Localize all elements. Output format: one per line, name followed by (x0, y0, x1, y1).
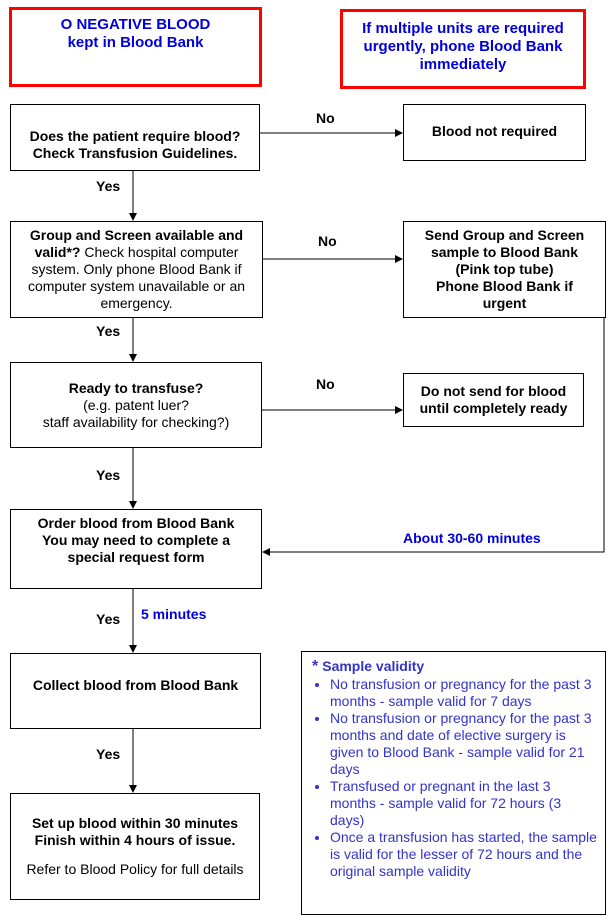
label-yes-4: Yes (96, 611, 121, 627)
step-order-blood: Order blood from Blood Bank You may need… (10, 509, 262, 589)
collect-text: Collect blood from Blood Bank (32, 676, 239, 693)
sample-validity-list: No transfusion or pregnancy for the past… (312, 676, 599, 880)
multiple-units-line2: urgently, phone Blood Bank (363, 38, 563, 55)
setup-policy-note: Refer to Blood Policy for full details (26, 861, 244, 877)
send-sample-line4: Phone Blood Bank if (436, 278, 573, 294)
do-not-send-line2: until completely ready (419, 400, 568, 416)
blood-not-required-text: Blood not required (431, 123, 558, 139)
list-item: Transfused or pregnant in the last 3 mon… (330, 778, 599, 829)
ready-example-1: (e.g. patent luer? (83, 396, 189, 413)
label-time-30-60: About 30-60 minutes (403, 530, 541, 546)
o-negative-line2: kept in Blood Bank (67, 34, 204, 51)
require-blood-question: Does the patient require blood? (29, 127, 241, 144)
label-no-1: No (316, 110, 335, 126)
send-sample-line5: urgent (482, 295, 527, 311)
o-negative-note: O NEGATIVE BLOOD kept in Blood Bank (9, 7, 262, 87)
step-do-not-send: Do not send for blood until completely r… (403, 373, 584, 427)
list-item: Once a transfusion has started, the samp… (330, 829, 599, 880)
group-screen-text: Group and Screen available and valid*? C… (15, 227, 258, 312)
step-group-screen: Group and Screen available and valid*? C… (10, 221, 263, 318)
setup-line2: Finish within 4 hours of issue. (34, 832, 236, 848)
ready-example-2: staff availability for checking?) (42, 413, 230, 430)
arrow-send-to-order (262, 317, 605, 556)
order-line3: special request form (67, 549, 205, 565)
o-negative-line1: O NEGATIVE BLOOD (60, 16, 211, 33)
sample-validity-panel: *Sample validity No transfusion or pregn… (301, 651, 606, 915)
step-collect-blood: Collect blood from Blood Bank (10, 653, 261, 729)
step-ready-to-transfuse: Ready to transfuse? (e.g. patent luer? s… (10, 362, 262, 448)
label-yes-5: Yes (96, 746, 121, 762)
step-blood-not-required: Blood not required (403, 104, 586, 161)
ready-question: Ready to transfuse? (68, 379, 204, 396)
label-yes-1: Yes (96, 178, 121, 194)
require-blood-guidelines: Check Transfusion Guidelines. (32, 144, 238, 161)
step-require-blood: Does the patient require blood? Check Tr… (10, 104, 260, 171)
order-line1: Order blood from Blood Bank (37, 515, 235, 531)
send-sample-line2: sample to Blood Bank (430, 244, 579, 260)
step-send-sample: Send Group and Screen sample to Blood Ba… (403, 221, 606, 318)
sample-validity-title-text: Sample validity (322, 658, 425, 674)
label-no-2: No (318, 233, 337, 249)
label-yes-3: Yes (96, 467, 121, 483)
multiple-units-note: If multiple units are required urgently,… (340, 9, 586, 89)
do-not-send-line1: Do not send for blood (420, 383, 567, 399)
asterisk-icon: * (312, 658, 319, 675)
list-item: No transfusion or pregnancy for the past… (330, 710, 599, 778)
setup-line1: Set up blood within 30 minutes (31, 815, 239, 831)
label-no-3: No (316, 376, 335, 392)
send-sample-line1: Send Group and Screen (424, 227, 585, 243)
order-line2: You may need to complete a (41, 532, 230, 548)
send-sample-line3: (Pink top tube) (455, 261, 554, 277)
label-yes-2: Yes (96, 323, 121, 339)
label-time-5: 5 minutes (141, 606, 207, 622)
step-set-up-blood: Set up blood within 30 minutes Finish wi… (10, 793, 260, 900)
multiple-units-line1: If multiple units are required (362, 20, 564, 37)
sample-validity-title: * Sample validity (312, 658, 599, 675)
list-item: No transfusion or pregnancy for the past… (330, 676, 599, 710)
multiple-units-line3: immediately (419, 56, 507, 73)
